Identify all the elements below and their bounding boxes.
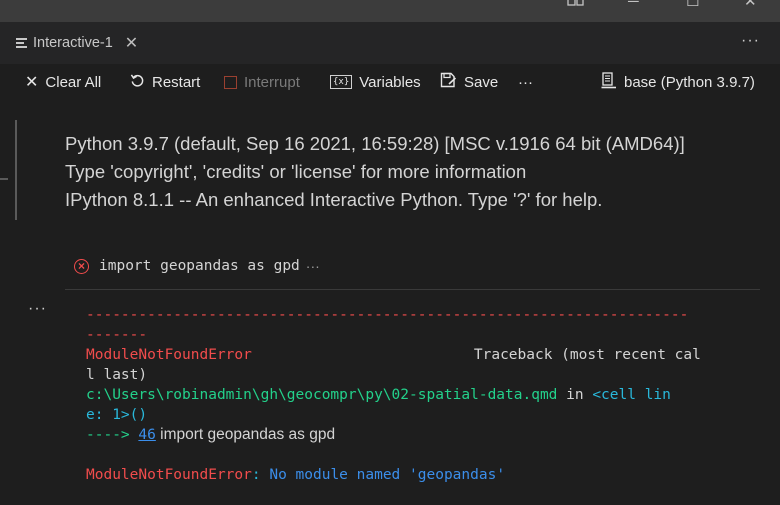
toolbar-more-button[interactable]: ··· [518,64,533,100]
output-error-header: ModuleNotFoundError Traceback (most recen… [86,345,746,365]
traceback-label: Traceback (most recent cal [473,347,701,363]
clear-all-label: Clear All [45,73,102,91]
cell-separator [65,289,760,290]
restart-label: Restart [152,73,201,91]
interrupt-label: Interrupt [244,73,300,91]
close-window-button[interactable]: ✕ [744,0,757,13]
final-error-message: No module named 'geopandas' [269,467,506,483]
cell-gutter-bar [15,120,17,220]
interactive-toolbar: ✕ Clear All Restart Interrupt {x} Variab… [0,64,780,100]
banner-line: IPython 8.1.1 -- An enhanced Interactive… [65,189,603,210]
output-dashes: ----------------------------------------… [86,307,689,323]
banner-line: Type 'copyright', 'credits' or 'license'… [65,161,527,182]
cell-ref: <cell lin [592,387,671,403]
banner-line: Python 3.9.7 (default, Sep 16 2021, 16:5… [65,133,685,154]
tab-interactive-1[interactable]: Interactive-1 ✕ [16,22,138,64]
save-button[interactable]: Save [440,64,498,100]
variables-icon: {x} [330,75,353,89]
title-bar: ─ ☐ ✕ [0,0,780,22]
cell-expand-icon[interactable]: ··· [306,258,320,274]
file-path: c:\Users\robinadmin\gh\geocompr\py\02-sp… [86,387,558,403]
line-number-link[interactable]: 46 [138,427,155,443]
minimize-button[interactable]: ─ [628,0,639,13]
maximize-button[interactable]: ☐ [686,0,699,13]
kernel-icon [601,71,617,93]
menu-icon [16,38,27,48]
arrow: ----> [86,427,139,443]
arrow-code: import geopandas as gpd [155,426,336,443]
output-arrow-line: ----> 46 import geopandas as gpd [86,425,746,445]
output-path-line: c:\Users\robinadmin\gh\geocompr\py\02-sp… [86,385,746,405]
output-dashes: ------- [86,327,148,343]
final-error-line: ModuleNotFoundError: No module named 'ge… [86,465,746,485]
restart-button[interactable]: Restart [130,64,200,100]
interrupt-button[interactable]: Interrupt [224,64,300,100]
tab-label: Interactive-1 [33,35,113,51]
error-circle-icon: × [74,258,89,274]
gutter-tick [0,178,8,180]
cell-output: ----------------------------------------… [86,305,746,485]
clear-icon: ✕ [25,74,39,91]
in-text: in [557,387,593,403]
variables-label: Variables [359,73,421,91]
error-name: ModuleNotFoundError [86,347,252,363]
output-more-icon[interactable]: ··· [28,300,47,318]
restart-icon [130,73,145,92]
stop-icon [224,75,237,89]
save-label: Save [464,73,499,91]
code-cell-header[interactable]: × import geopandas as gpd ··· [74,258,320,274]
more-icon: ··· [518,73,533,91]
close-icon[interactable]: ✕ [125,33,138,53]
kernel-banner: Python 3.9.7 (default, Sep 16 2021, 16:5… [65,130,765,214]
more-actions-icon[interactable]: ··· [741,32,760,50]
clear-all-button[interactable]: ✕ Clear All [25,64,101,100]
save-icon [440,72,457,92]
kernel-picker[interactable]: base (Python 3.9.7) [601,64,755,100]
final-error-name: ModuleNotFoundError [86,467,252,483]
kernel-label: base (Python 3.9.7) [624,73,755,91]
layout-icon[interactable] [567,0,585,13]
cell-ref-continuation: e: 1>() [86,407,148,423]
final-error-colon: : [251,467,270,483]
tab-bar: Interactive-1 ✕ ··· [0,22,780,64]
cell-code[interactable]: import geopandas as gpd [99,258,300,274]
variables-button[interactable]: {x} Variables [330,64,421,100]
traceback-continuation: l last) [86,367,148,383]
